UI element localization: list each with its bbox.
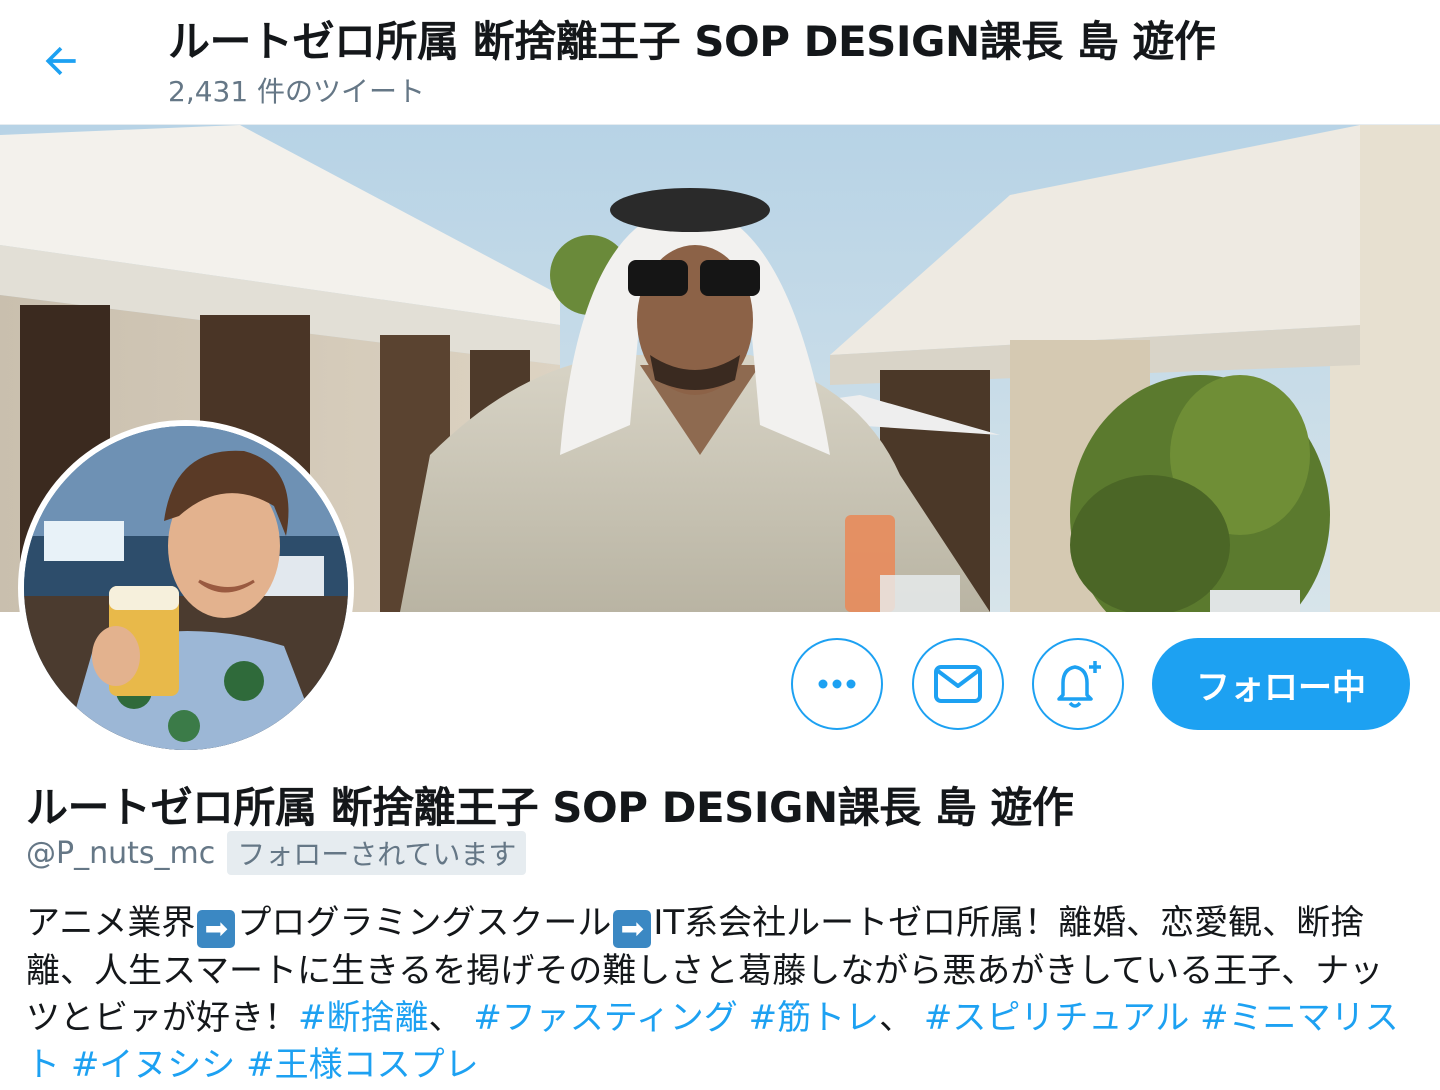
bio-text: プログラミングスクール	[237, 903, 612, 943]
right-arrow-emoji-icon: ➡	[613, 910, 652, 948]
hashtag-link[interactable]: #断捨離	[298, 998, 429, 1038]
user-handle: @P_nuts_mc	[26, 835, 216, 871]
hashtag-link[interactable]: #王様コスプレ	[246, 1045, 479, 1085]
hashtag-link[interactable]: #筋トレ	[749, 998, 880, 1038]
message-button[interactable]	[912, 638, 1004, 730]
back-arrow-icon	[45, 46, 76, 76]
follows-you-badge: フォローされています	[227, 831, 527, 875]
hashtag-link[interactable]: #ファスティング	[473, 998, 737, 1038]
bio-separator: 、	[879, 998, 914, 1038]
profile-header: ルートゼロ所属 断捨離王子 SOP DESIGN課長 島 遊作 2,431 件の…	[0, 0, 1440, 125]
following-button[interactable]: フォロー中	[1152, 638, 1410, 730]
hashtag-link[interactable]: #スピリチュアル	[924, 998, 1189, 1038]
bell-plus-icon	[1057, 661, 1101, 708]
profile-avatar[interactable]	[18, 420, 354, 756]
hashtag-link[interactable]: #イヌシシ	[71, 1045, 236, 1085]
more-icon	[818, 679, 856, 689]
handle-row: @P_nuts_mc フォローされています	[26, 831, 527, 875]
more-button[interactable]	[791, 638, 883, 730]
display-name: ルートゼロ所属 断捨離王子 SOP DESIGN課長 島 遊作	[26, 783, 1074, 832]
notifications-button[interactable]	[1032, 638, 1124, 730]
back-button[interactable]	[30, 30, 92, 92]
avatar-photo	[24, 426, 348, 750]
bio-separator: 、	[428, 998, 463, 1038]
header-title: ルートゼロ所属 断捨離王子 SOP DESIGN課長 島 遊作	[168, 17, 1216, 66]
mail-icon	[934, 665, 982, 703]
right-arrow-emoji-icon: ➡	[197, 910, 236, 948]
tweet-count: 2,431 件のツイート	[168, 75, 426, 108]
profile-bio: アニメ業界 ➡ プログラミングスクール ➡ IT系会社ルートゼロ所属！離婚、恋愛観、断捨…	[26, 900, 1416, 1089]
bio-text: アニメ業界	[26, 903, 196, 943]
